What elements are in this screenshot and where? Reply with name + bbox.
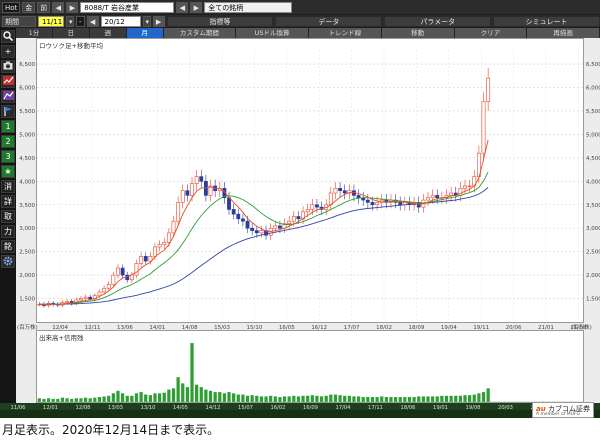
sidebar-item-stock[interactable]: 銘 bbox=[1, 240, 15, 253]
sidebar-item-3[interactable]: 3 bbox=[1, 150, 15, 163]
tab-weekly[interactable]: 週 bbox=[90, 28, 127, 38]
brand-subtitle: A member of MUFG bbox=[536, 412, 580, 417]
forward-arrow-icon[interactable]: ▶ bbox=[66, 1, 79, 13]
tab-monthly[interactable]: 月 bbox=[126, 28, 164, 38]
back-arrow-icon[interactable]: ◀ bbox=[52, 1, 65, 13]
mode-button[interactable]: Hot bbox=[2, 1, 21, 13]
brand-logo: au カブコム証券 A member of MUFG bbox=[532, 402, 594, 418]
y-axis-right bbox=[584, 38, 600, 403]
main-toolbar: Hot 金 前 ◀ ▶ 8088/T 岩谷産業 ◀ ▶ 全ての銘柄 bbox=[0, 0, 600, 14]
sidebar-item-trade[interactable]: 取 bbox=[1, 210, 15, 223]
from-date-field[interactable]: 11/11 bbox=[38, 15, 64, 27]
tab-custom-period[interactable]: カスタム期間 bbox=[163, 28, 237, 38]
date-dash: - bbox=[76, 15, 85, 27]
tab-1min[interactable]: 1分 bbox=[16, 28, 53, 38]
stock-filter-select[interactable]: 全ての銘柄 bbox=[204, 1, 293, 13]
to-date-dropdown-icon[interactable]: ▾ bbox=[142, 15, 151, 27]
sidebar-item-input[interactable]: 力 bbox=[1, 225, 15, 238]
sidebar-item-erase[interactable]: 消 bbox=[1, 180, 15, 193]
search-icon[interactable] bbox=[1, 30, 15, 43]
redraw-button[interactable]: 再描画 bbox=[527, 28, 600, 38]
tab-daily[interactable]: 日 bbox=[53, 28, 90, 38]
chart-title: ロウソク足+移動平均 bbox=[39, 42, 103, 50]
period-toolbar: 期間 11/11 ▾ - ◀ 20/12 ▾ ▶ 指標等 データ パラメータ シ… bbox=[0, 15, 600, 27]
prev-stock-icon[interactable]: ◀ bbox=[176, 1, 189, 13]
period-tabs: 1分 日 週 月 カスタム期間 USドル換算 トレンド線 移動 クリア 再描画 bbox=[16, 28, 600, 38]
app-window: Hot 金 前 ◀ ▶ 8088/T 岩谷産業 ◀ ▶ 全ての銘柄 期間 11/… bbox=[0, 0, 600, 418]
gear-icon[interactable] bbox=[1, 255, 15, 268]
stock-code: 8088/T bbox=[84, 3, 109, 12]
sim-button[interactable]: シミュレート bbox=[493, 15, 600, 27]
volume-title: 出来高+信用残 bbox=[39, 334, 84, 342]
period-label: 期間 bbox=[2, 15, 36, 27]
move-button[interactable]: 移動 bbox=[381, 28, 455, 38]
data-button[interactable]: データ bbox=[275, 15, 383, 27]
status-bar bbox=[0, 410, 600, 418]
next-stock-icon[interactable]: ▶ bbox=[190, 1, 203, 13]
flag-icon[interactable] bbox=[1, 105, 15, 118]
sidebar-item-add[interactable]: + bbox=[1, 45, 15, 58]
from-date-dropdown-icon[interactable]: ▾ bbox=[66, 15, 74, 27]
date-prev-icon[interactable]: ◀ bbox=[86, 15, 99, 27]
to-date-field[interactable]: 20/12 bbox=[100, 15, 141, 27]
sidebar-item-1[interactable]: 1 bbox=[1, 120, 15, 133]
y-axis-left bbox=[16, 38, 36, 403]
indicator-button[interactable]: 指標等 bbox=[166, 15, 274, 27]
stock-code-field[interactable]: 8088/T 岩谷産業 bbox=[80, 1, 175, 13]
star-icon[interactable]: ★ bbox=[1, 165, 15, 178]
sidebar: + 1 2 3 ★ 消 詳 取 力 銘 bbox=[0, 28, 16, 418]
x-axis-strip bbox=[36, 323, 584, 330]
lower-x-axis-strip bbox=[0, 403, 600, 410]
trendline-button[interactable]: トレンド線 bbox=[309, 28, 382, 38]
y-unit-right: (百万株) bbox=[571, 325, 592, 331]
param-button[interactable]: パラメータ bbox=[384, 15, 492, 27]
stock-name: 岩谷産業 bbox=[110, 3, 139, 12]
clear-button[interactable]: クリア bbox=[454, 28, 528, 38]
prev-button[interactable]: 前 bbox=[37, 1, 51, 13]
camera-icon[interactable] bbox=[1, 60, 15, 73]
caption: 月足表示。2020年12月14日まで表示。 bbox=[2, 423, 220, 437]
chart-line-icon[interactable] bbox=[1, 75, 15, 88]
y-unit-left: (百万株) bbox=[17, 325, 38, 331]
price-chart[interactable]: ロウソク足+移動平均 bbox=[36, 38, 584, 323]
trend-icon[interactable] bbox=[1, 90, 15, 103]
volume-chart[interactable]: 出来高+信用残 bbox=[36, 330, 584, 403]
date-next-icon[interactable]: ▶ bbox=[152, 15, 165, 27]
sidebar-item-2[interactable]: 2 bbox=[1, 135, 15, 148]
sidebar-item-detail[interactable]: 詳 bbox=[1, 195, 15, 208]
market-button[interactable]: 金 bbox=[22, 1, 36, 13]
tab-usd[interactable]: USドル換算 bbox=[236, 28, 309, 38]
